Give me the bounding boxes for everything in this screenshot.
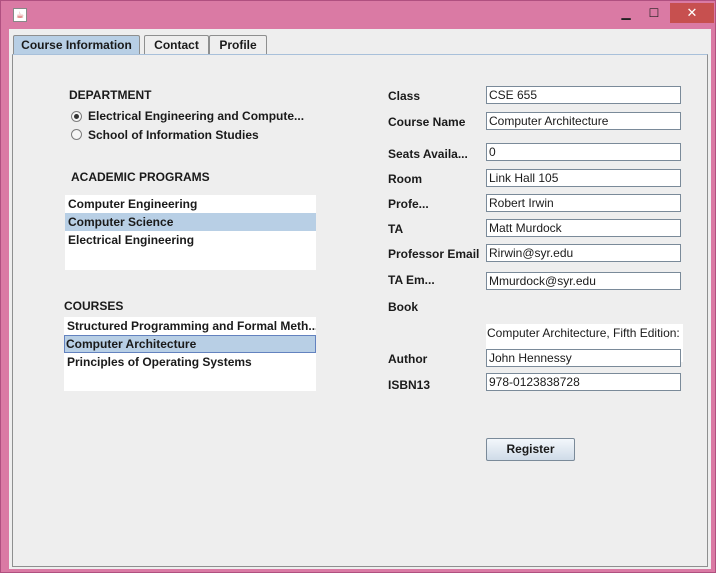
academic-programs-heading: ACADEMIC PROGRAMS — [71, 170, 210, 184]
ta-field[interactable]: Matt Murdock — [486, 219, 681, 237]
room-label: Room — [388, 172, 422, 186]
class-label: Class — [388, 89, 421, 103]
list-item[interactable]: Computer Engineering — [65, 195, 316, 213]
seats-available-label: Seats Availa... — [388, 147, 468, 161]
tab-profile[interactable]: Profile — [209, 35, 267, 55]
ta-email-label: TA Em... — [388, 273, 435, 287]
list-item-selected[interactable]: Computer Architecture — [64, 335, 316, 353]
list-item[interactable]: Structured Programming and Formal Meth..… — [64, 317, 316, 335]
radio-button[interactable] — [71, 129, 82, 140]
book-label: Book — [388, 300, 418, 314]
course-information-panel: DEPARTMENT Electrical Engineering and Co… — [12, 54, 708, 567]
courses-list[interactable]: Structured Programming and Formal Meth..… — [64, 317, 316, 391]
isbn13-label: ISBN13 — [388, 378, 431, 392]
professor-email-label: Professor Email — [388, 247, 480, 261]
professor-label: Profe... — [388, 197, 429, 211]
application-window: ☕ ▁ ☐ ✕ Course Information Contact Profi… — [0, 0, 716, 573]
list-item[interactable]: Electrical Engineering — [65, 231, 316, 249]
academic-programs-list[interactable]: Computer Engineering Computer Science El… — [65, 195, 316, 270]
maximize-icon[interactable]: ☐ — [643, 3, 665, 23]
courses-heading: COURSES — [64, 299, 124, 313]
author-field[interactable]: John Hennessy — [486, 349, 681, 367]
minimize-icon[interactable]: ▁ — [615, 3, 637, 23]
close-icon[interactable]: ✕ — [670, 3, 714, 23]
class-field[interactable]: CSE 655 — [486, 86, 681, 104]
ta-email-field[interactable]: Mmurdock@syr.edu — [486, 272, 681, 290]
tab-contact[interactable]: Contact — [144, 35, 209, 55]
room-field[interactable]: Link Hall 105 — [486, 169, 681, 187]
seats-available-field[interactable]: 0 — [486, 143, 681, 161]
department-option-label: School of Information Studies — [88, 128, 259, 142]
professor-field[interactable]: Robert Irwin — [486, 194, 681, 212]
window-content: Course Information Contact Profile DEPAR… — [9, 29, 711, 569]
author-label: Author — [388, 352, 428, 366]
title-bar[interactable]: ☕ ▁ ☐ ✕ — [1, 1, 716, 28]
course-name-label: Course Name — [388, 115, 466, 129]
ta-label: TA — [388, 222, 404, 236]
department-option-label: Electrical Engineering and Compute... — [88, 109, 305, 123]
department-heading: DEPARTMENT — [69, 88, 152, 102]
radio-button-selected[interactable] — [71, 111, 82, 122]
tab-course-information[interactable]: Course Information — [13, 35, 140, 55]
register-button[interactable]: Register — [486, 438, 575, 461]
professor-email-field[interactable]: Rirwin@syr.edu — [486, 244, 681, 262]
course-name-field[interactable]: Computer Architecture — [486, 112, 681, 130]
java-cup-icon: ☕ — [13, 8, 27, 22]
list-item[interactable]: Principles of Operating Systems — [64, 353, 316, 371]
isbn13-field[interactable]: 978-0123838728 — [486, 373, 681, 391]
list-item-selected[interactable]: Computer Science — [65, 213, 316, 231]
